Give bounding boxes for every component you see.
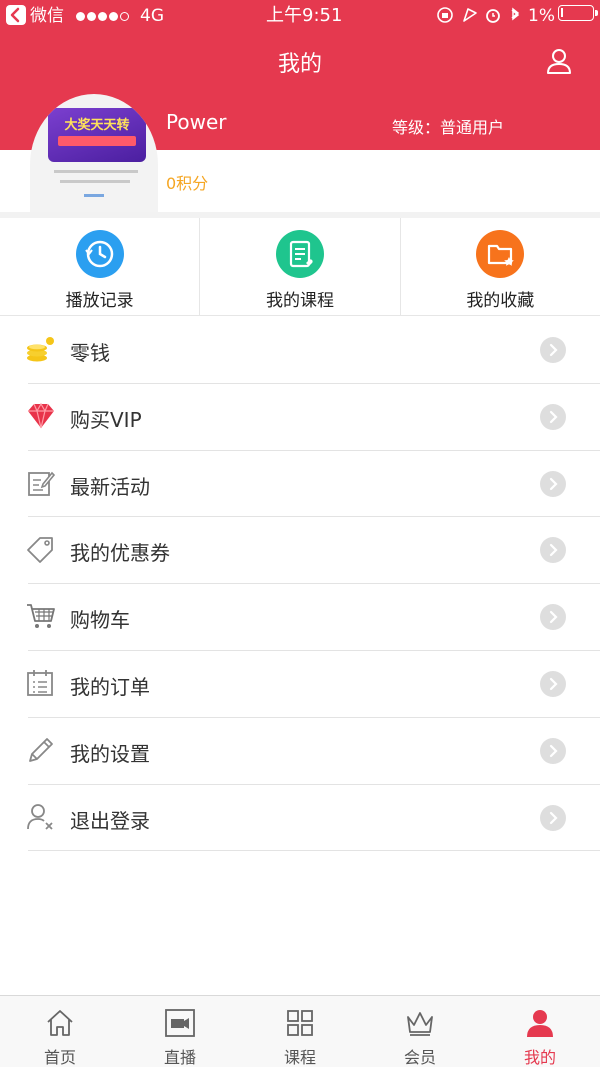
menu-item-logout[interactable]: 退出登录 <box>26 785 600 852</box>
chevron-right-icon <box>540 537 566 564</box>
home-icon <box>45 1008 75 1038</box>
username: Power <box>166 110 227 134</box>
tab-label: 直播 <box>163 1048 196 1067</box>
grid-icon <box>285 1008 315 1038</box>
menu-label: 退出登录 <box>70 808 150 833</box>
page-title: 我的 <box>277 52 322 77</box>
chevron-right-icon <box>540 737 566 764</box>
menu-label: 我的优惠券 <box>70 541 170 566</box>
history-icon <box>75 230 124 278</box>
coins-icon <box>26 334 56 364</box>
menu-list: 零钱 购买VIP 最新活动 我的优惠券 购物车 我的订单 我的设置 退出登录 <box>0 317 600 852</box>
tab-label: 课程 <box>283 1048 316 1067</box>
avatar-banner-image: 大奖天天转 <box>48 108 146 162</box>
quick-label: 播放记录 <box>65 291 134 311</box>
menu-label: 我的订单 <box>70 674 150 699</box>
chevron-right-icon <box>540 604 566 631</box>
cart-icon <box>26 601 56 631</box>
avatar-link-line <box>84 194 104 197</box>
network-type: 4G <box>140 6 164 26</box>
tab-live[interactable]: 直播 <box>120 996 240 1067</box>
chevron-right-icon <box>540 804 566 831</box>
quick-label: 我的收藏 <box>466 291 535 311</box>
menu-item-settings[interactable]: 我的设置 <box>28 718 600 785</box>
favorite-folder-icon <box>476 230 525 278</box>
diamond-icon <box>26 401 56 431</box>
quick-my-favorites[interactable]: 我的收藏 <box>401 218 600 315</box>
avatar-banner-title: 大奖天天转 <box>64 118 130 133</box>
edit-note-icon <box>26 468 56 498</box>
status-bar: 微信 4G 上午9:51 1% <box>0 0 600 32</box>
chevron-right-icon <box>540 403 566 430</box>
menu-label: 购买VIP <box>70 407 142 432</box>
signal-strength-icon <box>76 5 131 27</box>
battery-icon <box>558 5 598 21</box>
menu-item-wallet[interactable]: 零钱 <box>26 317 600 384</box>
quick-play-history[interactable]: 播放记录 <box>0 218 201 315</box>
menu-label: 购物车 <box>70 608 130 633</box>
quick-my-courses[interactable]: 我的课程 <box>200 218 401 315</box>
crown-icon <box>405 1008 435 1038</box>
alarm-icon <box>486 9 500 23</box>
chevron-right-icon <box>540 670 566 697</box>
user-points[interactable]: 0积分 <box>166 170 208 194</box>
menu-item-latest-activities[interactable]: 最新活动 <box>28 451 600 518</box>
rotation-lock-icon <box>437 7 453 23</box>
user-account-icon[interactable] <box>544 46 574 76</box>
quick-label: 我的课程 <box>265 291 334 311</box>
menu-item-my-orders[interactable]: 我的订单 <box>26 651 600 718</box>
menu-item-shopping-cart[interactable]: 购物车 <box>26 584 600 651</box>
order-list-icon <box>26 668 56 698</box>
bluetooth-icon <box>511 7 520 21</box>
user-level: 等级：普通用户 <box>392 118 505 137</box>
live-camera-icon <box>165 1008 195 1038</box>
tab-membership[interactable]: 会员 <box>360 996 480 1067</box>
bottom-tab-bar: 首页 直播 课程 会员 我的 <box>0 995 600 1067</box>
status-time: 上午9:51 <box>266 5 343 26</box>
quick-actions: 播放记录 我的课程 我的收藏 <box>0 218 600 316</box>
chevron-right-icon <box>540 470 566 497</box>
avatar-text-line <box>54 170 138 173</box>
tab-home[interactable]: 首页 <box>0 996 120 1067</box>
tab-profile[interactable]: 我的 <box>480 996 600 1067</box>
menu-item-coupons[interactable]: 我的优惠券 <box>26 517 600 585</box>
logout-user-icon <box>26 802 56 832</box>
avatar[interactable]: 大奖天天转 <box>30 94 158 212</box>
menu-label: 零钱 <box>70 341 110 365</box>
location-icon <box>463 8 477 22</box>
carrier-label: 微信 <box>30 6 64 26</box>
battery-percent: 1% <box>528 6 555 26</box>
status-icons <box>436 5 526 31</box>
avatar-banner-ribbon <box>58 136 136 146</box>
tab-label: 我的 <box>523 1048 556 1067</box>
menu-label: 最新活动 <box>70 474 150 499</box>
back-to-app-icon[interactable] <box>6 5 26 25</box>
menu-label: 我的设置 <box>70 741 150 766</box>
profile-icon <box>525 1008 555 1038</box>
tab-label: 首页 <box>43 1048 76 1067</box>
tag-icon <box>26 534 56 564</box>
tab-label: 会员 <box>403 1048 436 1067</box>
pencil-icon <box>26 735 56 765</box>
course-doc-icon <box>275 230 324 278</box>
tab-courses[interactable]: 课程 <box>240 996 360 1067</box>
avatar-text-line <box>60 180 130 183</box>
menu-item-buy-vip[interactable]: 购买VIP <box>28 384 600 451</box>
chevron-right-icon <box>540 337 566 363</box>
